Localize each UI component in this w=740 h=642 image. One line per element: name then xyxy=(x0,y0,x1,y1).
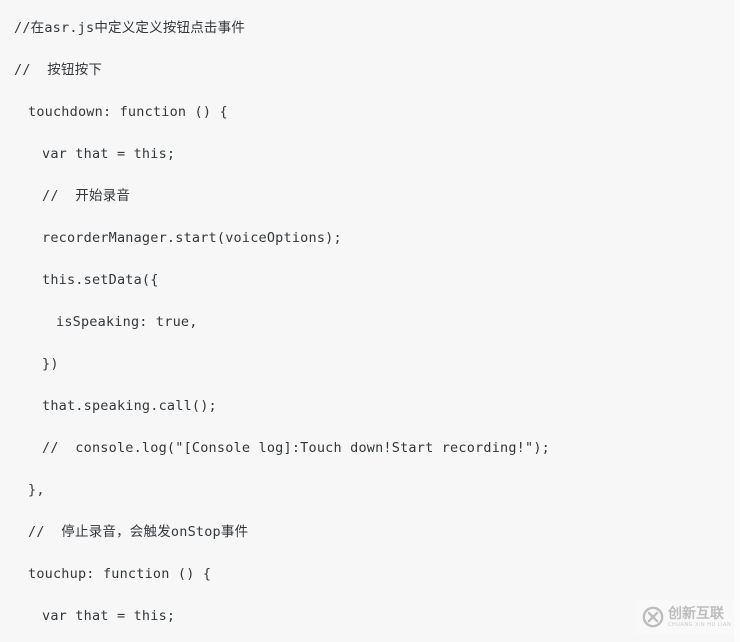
code-line: }, xyxy=(28,482,45,498)
code-line: isSpeaking: true, xyxy=(56,314,198,330)
watermark-brand-cn: 创新互联 xyxy=(668,605,724,622)
watermark: 创新互联 CHUANG XIN HU LIAN xyxy=(636,600,740,634)
code-line: touchup: function () { xyxy=(28,566,212,582)
code-line: this.setData({ xyxy=(42,272,159,288)
code-line: //在asr.js中定义定义按钮点击事件 xyxy=(14,20,246,36)
watermark-text: 创新互联 CHUANG XIN HU LIAN xyxy=(668,607,731,628)
code-snippet-block: //在asr.js中定义定义按钮点击事件 // 按钮按下 touchdown: fu… xyxy=(0,0,740,642)
code-line: // 按钮按下 xyxy=(14,62,103,78)
code-line: touchdown: function () { xyxy=(28,104,228,120)
brand-logo-icon xyxy=(642,606,664,628)
code-line: var that = this; xyxy=(42,608,176,624)
watermark-brand-pinyin: CHUANG XIN HU LIAN xyxy=(668,621,732,628)
code-line: // 开始录音 xyxy=(42,188,131,204)
code-line-list: //在asr.js中定义定义按钮点击事件 // 按钮按下 touchdown: fu… xyxy=(0,0,740,637)
code-line: // 停止录音，会触发onStop事件 xyxy=(28,524,249,540)
code-line: var that = this; xyxy=(42,146,176,162)
code-line: // console.log("[Console log]:Touch down… xyxy=(42,440,550,456)
code-line: that.speaking.call(); xyxy=(42,398,217,414)
code-line: recorderManager.start(voiceOptions); xyxy=(42,230,342,246)
code-line: }) xyxy=(42,356,59,372)
